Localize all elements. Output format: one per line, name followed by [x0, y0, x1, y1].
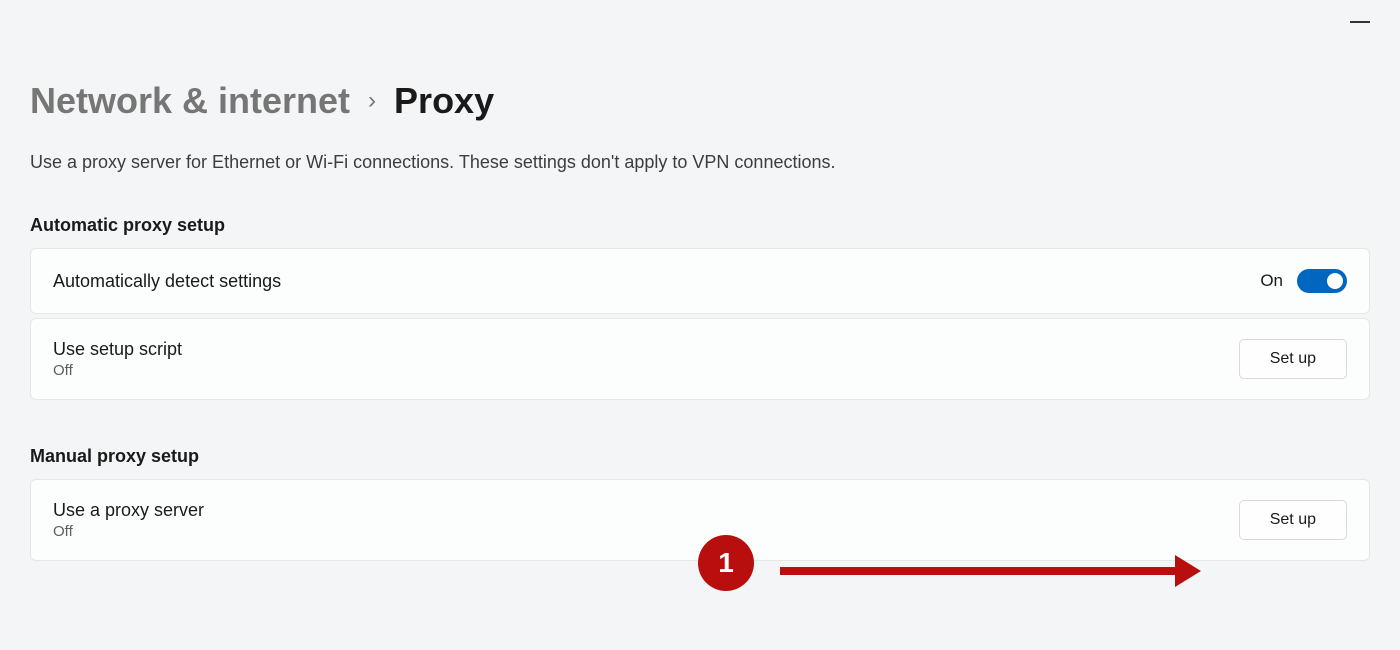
main-content: Network & internet › Proxy Use a proxy s…	[0, 0, 1400, 561]
setup-script-status: Off	[53, 362, 182, 379]
breadcrumb-parent-link[interactable]: Network & internet	[30, 80, 350, 122]
setup-script-title: Use setup script	[53, 339, 182, 360]
proxy-server-setup-button[interactable]: Set up	[1239, 500, 1347, 540]
chevron-right-icon: ›	[368, 87, 376, 115]
proxy-server-card[interactable]: Use a proxy server Off Set up	[30, 479, 1370, 561]
automatic-section-header: Automatic proxy setup	[30, 215, 1370, 236]
page-description: Use a proxy server for Ethernet or Wi-Fi…	[30, 152, 1370, 173]
proxy-server-title: Use a proxy server	[53, 500, 204, 521]
auto-detect-toggle-wrapper: On	[1260, 269, 1347, 293]
page-title: Proxy	[394, 80, 494, 122]
minimize-icon[interactable]	[1350, 21, 1370, 23]
auto-detect-label-group: Automatically detect settings	[53, 271, 281, 292]
setup-script-button[interactable]: Set up	[1239, 339, 1347, 379]
auto-detect-toggle-label: On	[1260, 271, 1283, 291]
auto-detect-card[interactable]: Automatically detect settings On	[30, 248, 1370, 314]
setup-script-card[interactable]: Use setup script Off Set up	[30, 318, 1370, 400]
proxy-server-label-group: Use a proxy server Off	[53, 500, 204, 540]
setup-script-label-group: Use setup script Off	[53, 339, 182, 379]
proxy-server-status: Off	[53, 523, 204, 540]
toggle-knob-icon	[1327, 273, 1343, 289]
arrow-line-icon	[780, 567, 1175, 575]
manual-section-header: Manual proxy setup	[30, 446, 1370, 467]
window-controls	[1350, 10, 1370, 28]
annotation-arrow	[780, 555, 1201, 587]
auto-detect-title: Automatically detect settings	[53, 271, 281, 292]
breadcrumb: Network & internet › Proxy	[30, 80, 1370, 122]
auto-detect-toggle[interactable]	[1297, 269, 1347, 293]
arrow-head-icon	[1175, 555, 1201, 587]
annotation-step-badge: 1	[698, 535, 754, 591]
